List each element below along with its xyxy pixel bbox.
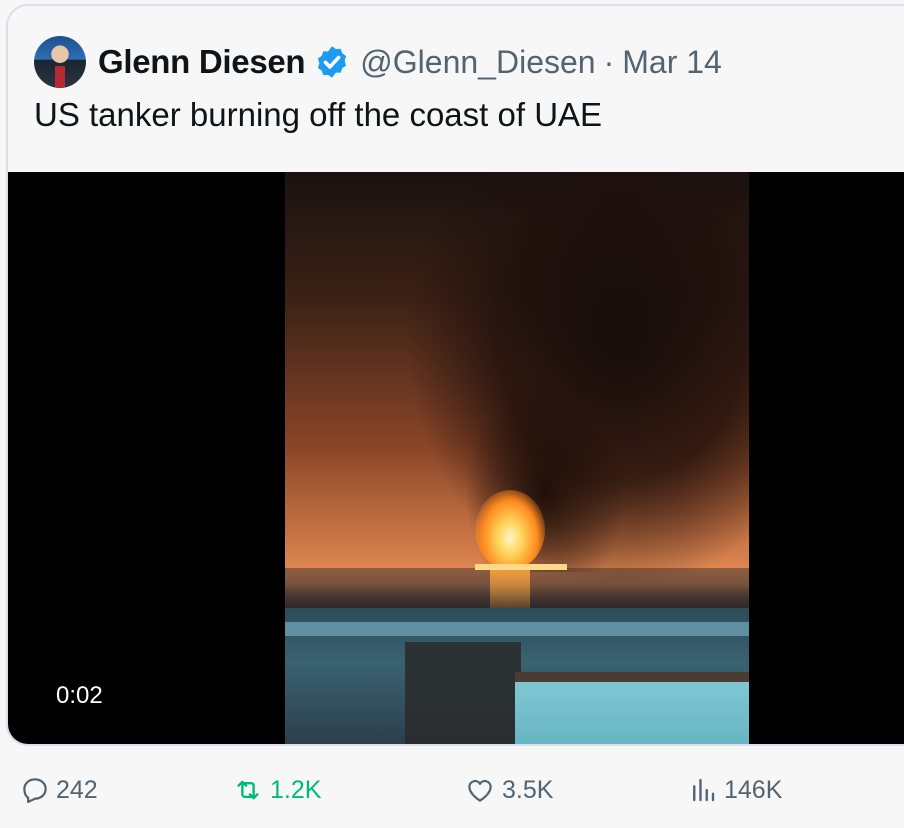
reply-icon [23, 778, 47, 803]
tweet-header: Glenn Diesen @Glenn_Diesen · Mar 14 [34, 34, 904, 90]
avatar[interactable] [34, 36, 86, 88]
reply-count: 242 [56, 775, 98, 804]
separator-dot: · [603, 43, 615, 80]
video-timestamp: 0:02 [48, 678, 111, 714]
deck-container [515, 672, 749, 744]
like-count: 3.5K [502, 775, 554, 804]
video-player[interactable]: 0:02 [8, 172, 904, 744]
tweet-text: US tanker burning off the coast of UAE [34, 96, 603, 133]
retweet-icon [237, 780, 259, 800]
views-button[interactable]: 146K [688, 770, 782, 810]
like-icon [468, 779, 492, 802]
author-handle[interactable]: @Glenn_Diesen [360, 44, 595, 81]
video-frame [285, 172, 749, 744]
retweet-count: 1.2K [270, 775, 322, 804]
tweet-date[interactable]: Mar 14 [622, 44, 722, 81]
like-button[interactable]: 3.5K [464, 770, 553, 810]
verified-badge-icon [318, 46, 347, 78]
author-name[interactable]: Glenn Diesen [98, 43, 306, 81]
deck-structure [405, 642, 521, 744]
fire-flame [475, 490, 545, 570]
action-bar: 242 1.2K 3.5K 146K [0, 760, 904, 820]
deck-pipe [285, 622, 749, 636]
tweet-card[interactable]: Glenn Diesen @Glenn_Diesen · Mar 14 US t… [6, 4, 904, 746]
reply-button[interactable]: 242 [20, 770, 98, 810]
views-icon [693, 778, 715, 802]
retweet-button[interactable]: 1.2K [232, 770, 321, 810]
views-count: 146K [724, 775, 783, 804]
